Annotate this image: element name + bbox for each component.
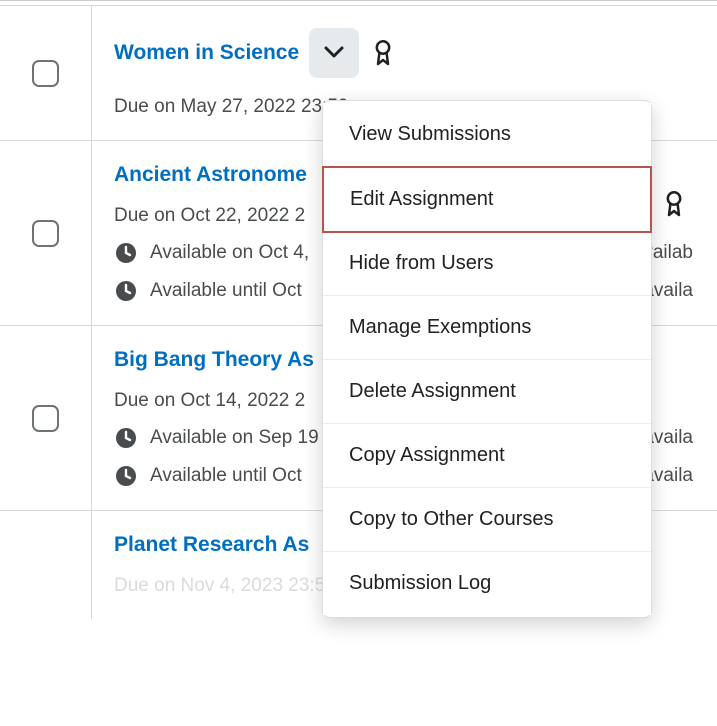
assignment-link[interactable]: Women in Science [114, 41, 299, 65]
menu-item-submission-log[interactable]: Submission Log [323, 552, 651, 615]
menu-item-copy-assignment[interactable]: Copy Assignment [323, 424, 651, 488]
actions-dropdown: View SubmissionsEdit AssignmentHide from… [322, 100, 652, 618]
chevron-down-icon [323, 41, 345, 66]
award-icon [660, 190, 688, 218]
title-line: Women in Science [114, 28, 693, 78]
clock-icon [114, 464, 138, 488]
menu-item-delete-assignment[interactable]: Delete Assignment [323, 360, 651, 424]
row-checkbox[interactable] [32, 60, 59, 87]
clock-icon [114, 426, 138, 450]
assignment-link[interactable]: Planet Research As [114, 533, 309, 557]
checkbox-cell [0, 326, 92, 510]
award-icon [369, 39, 397, 67]
checkbox-cell [0, 141, 92, 325]
actions-menu-button[interactable] [309, 28, 359, 78]
menu-item-copy-to-other-courses[interactable]: Copy to Other Courses [323, 488, 651, 552]
assignment-link[interactable]: Big Bang Theory As [114, 348, 314, 372]
row-checkbox[interactable] [32, 405, 59, 432]
menu-item-manage-exemptions[interactable]: Manage Exemptions [323, 296, 651, 360]
row-checkbox[interactable] [32, 220, 59, 247]
checkbox-cell [0, 511, 92, 619]
clock-icon [114, 279, 138, 303]
assignment-link[interactable]: Ancient Astronome [114, 163, 307, 187]
menu-item-edit-assignment[interactable]: Edit Assignment [322, 166, 652, 233]
checkbox-cell [0, 6, 92, 140]
menu-item-view-submissions[interactable]: View Submissions [323, 103, 651, 167]
menu-item-hide-from-users[interactable]: Hide from Users [323, 232, 651, 296]
clock-icon [114, 241, 138, 265]
